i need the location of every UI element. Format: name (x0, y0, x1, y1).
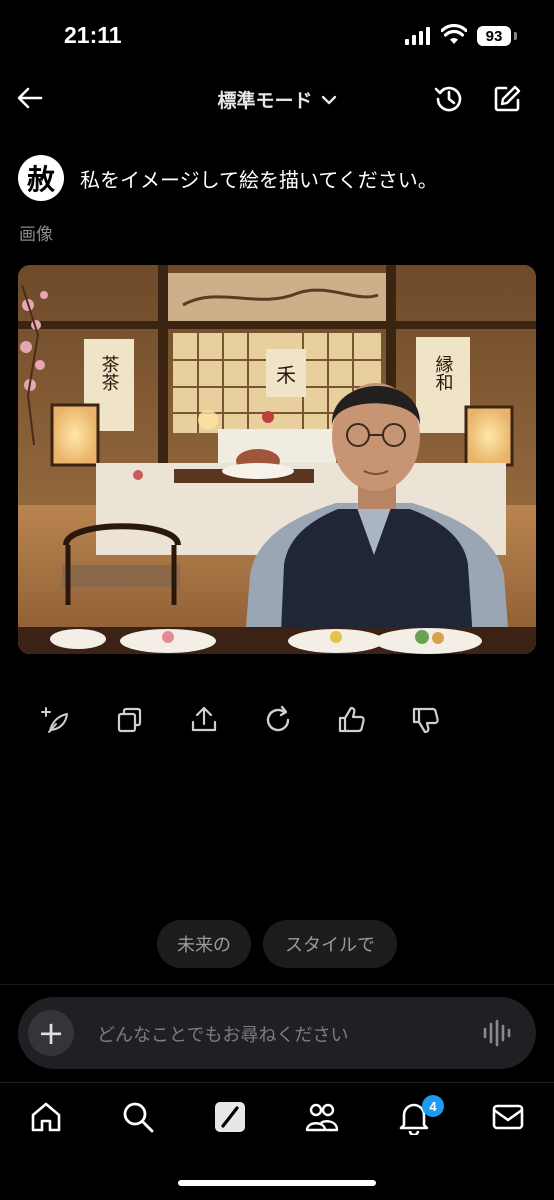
mode-label: 標準モード (217, 90, 313, 112)
copy-icon[interactable] (114, 704, 146, 736)
regenerate-sparkle-icon[interactable] (40, 704, 72, 736)
generated-image[interactable]: 茶茶 禾 縁和 (18, 265, 536, 654)
chat-header: 標準モード (0, 70, 554, 130)
search-icon[interactable] (120, 1099, 156, 1135)
message-actions (0, 700, 554, 740)
battery-cap (514, 32, 517, 40)
composer-divider (0, 984, 554, 985)
status-bar: 21:11 93 (0, 0, 554, 70)
thumbs-down-icon[interactable] (410, 704, 442, 736)
scroll-left-text: 茶茶 (99, 355, 120, 391)
result-type-label: 画像 (19, 225, 53, 245)
wifi-icon (441, 24, 467, 44)
scroll-center-text: 禾 (276, 363, 296, 387)
mode-selector[interactable]: 標準モード (217, 86, 336, 113)
scroll-right-text: 縁和 (433, 355, 454, 391)
chevron-down-icon (321, 95, 336, 104)
history-icon[interactable] (432, 82, 466, 116)
new-chat-icon[interactable] (490, 82, 524, 116)
status-time: 21:11 (64, 22, 122, 48)
battery-icon: 93 (477, 26, 511, 46)
user-prompt: 私をイメージして絵を描いてください。 (80, 168, 438, 192)
messages-envelope-icon[interactable] (490, 1099, 526, 1135)
share-icon[interactable] (188, 704, 220, 736)
communities-icon[interactable] (304, 1099, 340, 1135)
generated-image-scene: 茶茶 禾 縁和 (18, 265, 536, 654)
attach-plus-button[interactable]: + (28, 1010, 74, 1056)
home-icon[interactable] (28, 1099, 64, 1135)
voice-waveform-icon[interactable] (482, 1019, 512, 1047)
composer-input[interactable]: どんなことでもお尋ねください (97, 1021, 348, 1047)
refresh-icon[interactable] (262, 704, 294, 736)
notification-badge: 4 (422, 1095, 444, 1117)
message-composer[interactable]: + どんなことでもお尋ねください (18, 997, 536, 1069)
suggestion-chip[interactable]: スタイルで (263, 920, 397, 968)
signal-icon (405, 27, 430, 45)
bottom-nav (0, 1082, 554, 1153)
suggestion-chip[interactable]: 未来の (157, 920, 251, 968)
thumbs-up-icon[interactable] (336, 704, 368, 736)
user-avatar[interactable]: 赦 (18, 155, 64, 201)
home-indicator (178, 1180, 376, 1186)
grok-icon[interactable] (212, 1099, 248, 1135)
